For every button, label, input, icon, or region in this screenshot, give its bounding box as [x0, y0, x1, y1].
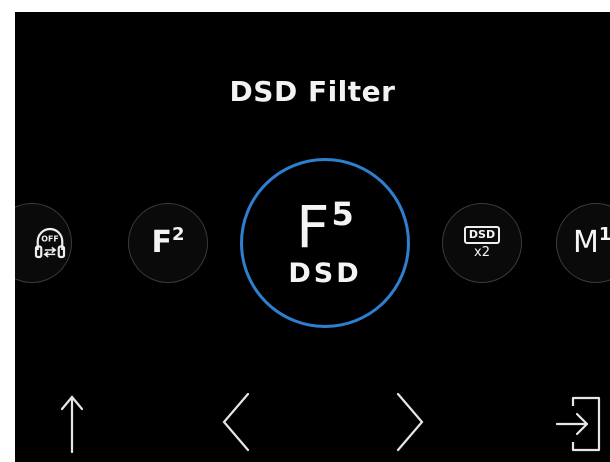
selected-filter-sublabel: DSD — [288, 257, 362, 289]
filter-label: F2 — [151, 224, 185, 260]
chevron-right-icon[interactable] — [392, 390, 428, 454]
selected-filter-label: F5 — [296, 192, 354, 261]
off-badge: OFF — [41, 234, 58, 243]
filter-option-crossfeed-off[interactable]: OFF — [15, 203, 72, 283]
filter-label: M1 — [573, 224, 610, 260]
page-title: DSD Filter — [229, 75, 396, 108]
dsd-upsample-icon: DSD x2 — [463, 226, 501, 260]
headphone-crossfeed-off-icon: OFF — [34, 227, 66, 259]
filter-option-f2[interactable]: F2 — [128, 203, 208, 283]
filter-option-m1[interactable]: M1 — [556, 203, 610, 283]
filter-option-f5-dsd-selected[interactable]: F5 DSD — [240, 158, 410, 328]
filter-option-dsd-x2[interactable]: DSD x2 — [442, 203, 522, 283]
arrow-up-icon[interactable] — [57, 392, 87, 456]
enter-icon[interactable] — [553, 392, 605, 456]
chevron-left-icon[interactable] — [218, 390, 254, 454]
device-screen: DSD Filter OFF F2 F5 DSD DSD x2 M1 — [15, 12, 610, 462]
